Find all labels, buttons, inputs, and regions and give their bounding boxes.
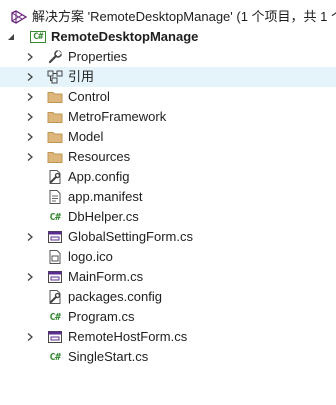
tree-item-label: SingleStart.cs: [68, 349, 149, 364]
collapsed-arrow-icon[interactable]: [24, 87, 36, 107]
references-icon: [47, 69, 63, 85]
collapsed-arrow-icon[interactable]: [24, 267, 36, 287]
tree-item-label: packages.config: [68, 289, 162, 304]
project-node[interactable]: C# RemoteDesktopManage: [0, 27, 336, 47]
tree-item-label: App.config: [68, 169, 130, 184]
form-icon: [47, 229, 63, 245]
tree-item-label: logo.ico: [68, 249, 113, 264]
tree-item[interactable]: packages.config: [0, 287, 336, 307]
wrench-icon: [47, 49, 63, 65]
folder-icon: [47, 109, 63, 125]
tree-item-label: Resources: [68, 149, 131, 164]
tree-item[interactable]: RemoteHostForm.cs: [0, 327, 336, 347]
csharp-file-icon: C#: [49, 351, 61, 363]
collapsed-arrow-icon[interactable]: [24, 147, 36, 167]
tree-item[interactable]: Resources: [0, 147, 336, 167]
tree-item-label: Control: [68, 89, 110, 104]
expanded-arrow-icon[interactable]: [5, 27, 17, 47]
collapsed-arrow-icon[interactable]: [24, 107, 36, 127]
tree-item-label: MainForm.cs: [68, 269, 144, 284]
collapsed-arrow-icon[interactable]: [24, 67, 36, 87]
folder-icon: [47, 149, 63, 165]
config-file-icon: [47, 289, 63, 305]
tree-item[interactable]: app.manifest: [0, 187, 336, 207]
collapsed-arrow-icon[interactable]: [24, 227, 36, 247]
tree-item[interactable]: C# SingleStart.cs: [0, 347, 336, 367]
tree-item-label: app.manifest: [68, 189, 143, 204]
tree-item-label: RemoteHostForm.cs: [68, 329, 188, 344]
visual-studio-solution-icon: [11, 9, 27, 25]
tree-item[interactable]: Properties: [0, 47, 336, 67]
csharp-project-icon: C#: [30, 29, 46, 45]
solution-explorer-tree: 解决方案 'RemoteDesktopManage' (1 个项目，共 1 个 …: [0, 0, 336, 405]
tree-item-label: GlobalSettingForm.cs: [68, 229, 193, 244]
tree-item[interactable]: logo.ico: [0, 247, 336, 267]
folder-icon: [47, 89, 63, 105]
tree-item[interactable]: Model: [0, 127, 336, 147]
manifest-file-icon: [47, 189, 63, 205]
form-icon: [47, 269, 63, 285]
collapsed-arrow-icon[interactable]: [24, 47, 36, 67]
tree-item-label: Model: [68, 129, 104, 144]
tree-item[interactable]: MainForm.cs: [0, 267, 336, 287]
tree-item[interactable]: Control: [0, 87, 336, 107]
tree-item[interactable]: 引用: [0, 67, 336, 87]
config-file-icon: [47, 169, 63, 185]
tree-item-label: 引用: [68, 69, 95, 84]
tree-item-label: Properties: [68, 49, 128, 64]
folder-icon: [47, 129, 63, 145]
tree-item[interactable]: App.config: [0, 167, 336, 187]
icon-file-icon: [47, 249, 63, 265]
project-label: RemoteDesktopManage: [51, 29, 199, 44]
tree-item[interactable]: GlobalSettingForm.cs: [0, 227, 336, 247]
tree-item[interactable]: C# Program.cs: [0, 307, 336, 327]
tree-item[interactable]: MetroFramework: [0, 107, 336, 127]
tree-item-label: MetroFramework: [68, 109, 167, 124]
csharp-file-icon: C#: [49, 311, 61, 323]
solution-label: 解决方案 'RemoteDesktopManage' (1 个项目，共 1 个: [32, 9, 336, 24]
tree-item[interactable]: C# DbHelper.cs: [0, 207, 336, 227]
tree-item-label: DbHelper.cs: [68, 209, 139, 224]
form-icon: [47, 329, 63, 345]
csharp-file-icon: C#: [49, 211, 61, 223]
solution-node[interactable]: 解决方案 'RemoteDesktopManage' (1 个项目，共 1 个: [0, 7, 336, 27]
collapsed-arrow-icon[interactable]: [24, 127, 36, 147]
tree-item-label: Program.cs: [68, 309, 135, 324]
collapsed-arrow-icon[interactable]: [24, 327, 36, 347]
